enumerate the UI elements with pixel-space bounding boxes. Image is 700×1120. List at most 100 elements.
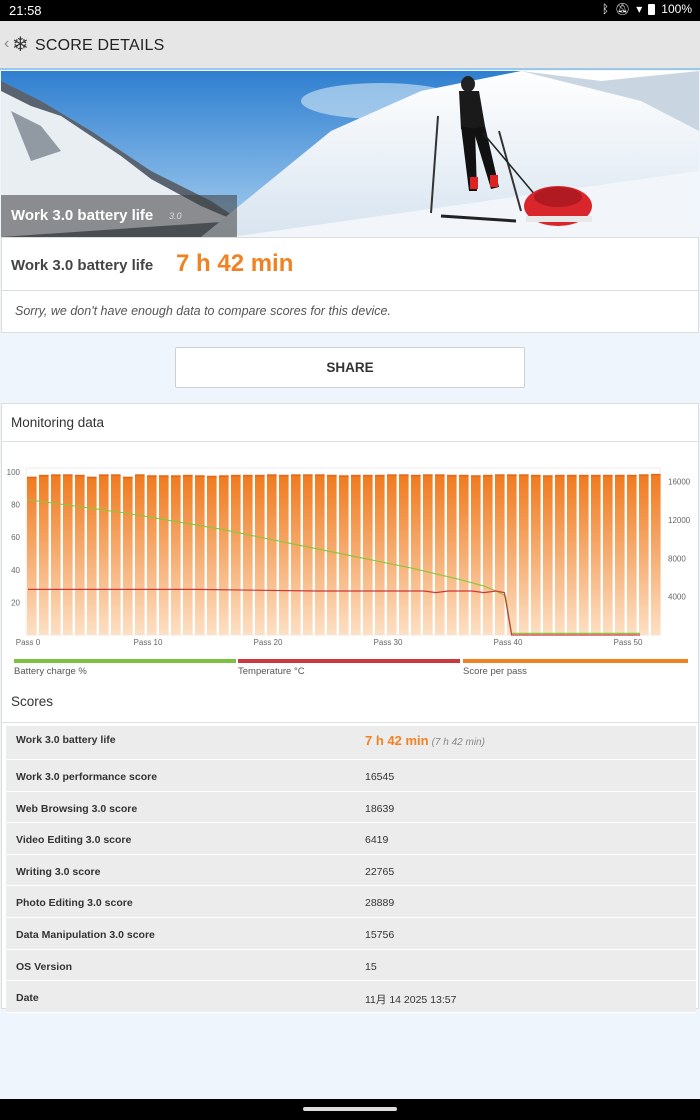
score-bar-cap xyxy=(579,474,589,477)
score-bar xyxy=(243,474,253,635)
score-bar-cap xyxy=(495,474,505,476)
score-bar-cap xyxy=(543,475,553,477)
score-bar xyxy=(315,474,325,635)
score-bar xyxy=(435,474,445,635)
score-bar xyxy=(363,474,373,635)
score-bar xyxy=(591,474,601,635)
hero-caption-version: 3.0 xyxy=(169,211,182,221)
row-label: OS Version xyxy=(16,960,73,973)
score-bar-cap xyxy=(111,474,121,476)
score-bar xyxy=(267,474,277,635)
table-row: Web Browsing 3.0 score 18639 xyxy=(6,791,696,824)
score-bar xyxy=(411,474,421,635)
home-gesture-handle[interactable] xyxy=(303,1107,397,1111)
score-bar-cap xyxy=(603,474,613,477)
score-bar-cap xyxy=(639,474,649,476)
score-bar-cap xyxy=(387,474,397,476)
score-bar-cap xyxy=(291,474,301,476)
hero-banner: Work 3.0 battery life 3.0 xyxy=(1,71,699,237)
row-value: 15756 xyxy=(365,928,395,941)
score-bar xyxy=(567,474,577,635)
score-bar xyxy=(75,474,85,635)
score-bar xyxy=(147,475,157,635)
navigation-bar xyxy=(0,1099,700,1120)
row-label: Date xyxy=(16,992,39,1005)
score-bar-cap xyxy=(303,474,313,476)
score-bar xyxy=(627,474,637,635)
wifi-icon: ▾ xyxy=(636,2,643,16)
battery-icon xyxy=(648,3,656,15)
score-bar-cap xyxy=(447,474,457,477)
scores-title: Scores xyxy=(11,694,54,709)
legend-battery-swatch xyxy=(14,659,236,663)
score-bar-cap xyxy=(483,474,493,477)
score-bar-cap xyxy=(363,474,373,477)
row-value: 16545 xyxy=(365,771,395,783)
legend-temperature-label: Temperature °C xyxy=(238,666,305,677)
compare-notice: Sorry, we don't have enough data to comp… xyxy=(1,290,699,333)
monitoring-title: Monitoring data xyxy=(11,415,105,430)
score-bar-cap xyxy=(123,476,133,479)
score-bar xyxy=(279,474,289,635)
share-button[interactable]: SHARE xyxy=(175,347,525,388)
scores-table: Work 3.0 battery life 7 h 42 min (7 h 42 … xyxy=(6,726,696,1013)
monitoring-card: Monitoring data 100 80 60 40 20 16000 12000 800… xyxy=(1,403,699,1013)
score-bar-cap xyxy=(147,475,157,477)
back-chevron-icon[interactable]: ‹ xyxy=(4,35,9,53)
x-tick-label: Pass 20 xyxy=(254,638,283,647)
row-value: 22765 xyxy=(365,865,395,878)
table-row: OS Version 15 xyxy=(6,949,696,982)
score-bar-cap xyxy=(27,476,37,479)
score-bar-cap xyxy=(195,475,205,477)
score-bar xyxy=(195,475,205,635)
battery-life-sub: (7 h 42 min) xyxy=(431,737,485,748)
mute-icon: 🔕︎ xyxy=(615,2,631,16)
table-row: Data Manipulation 3.0 score 15756 xyxy=(6,917,696,950)
score-bar xyxy=(99,474,109,635)
score-bar xyxy=(603,474,613,635)
score-bar-cap xyxy=(627,474,637,477)
battery-life-summary: Work 3.0 battery life 7 h 42 min xyxy=(1,237,699,291)
table-row: Photo Editing 3.0 score 28889 xyxy=(6,886,696,918)
score-bar xyxy=(39,474,49,635)
score-bar-cap xyxy=(267,474,277,476)
monitoring-header: Monitoring data xyxy=(2,404,698,442)
score-bar xyxy=(615,474,625,635)
monitoring-chart: 100 80 60 40 20 16000 12000 8000 4000 Pass 0 Pass … xyxy=(7,467,691,647)
legend-battery-label: Battery charge % xyxy=(14,666,87,677)
score-bar xyxy=(351,474,361,635)
score-bar-cap xyxy=(207,475,217,478)
snowflake-logo-icon[interactable]: ❄ xyxy=(12,32,29,57)
row-label: Writing 3.0 score xyxy=(16,865,101,878)
y-left-tick-label: 40 xyxy=(11,566,20,575)
score-bar xyxy=(231,474,241,635)
row-value: 11月 14 2025 13:57 xyxy=(365,994,457,1007)
y-right-tick-label: 8000 xyxy=(668,554,686,563)
y-left-tick-label: 20 xyxy=(11,598,20,607)
row-label: Photo Editing 3.0 score xyxy=(16,897,133,910)
legend-battery: Battery charge % xyxy=(14,659,236,679)
score-bar-cap xyxy=(651,473,661,476)
hero-caption: Work 3.0 battery life 3.0 xyxy=(1,195,237,237)
score-bar-cap xyxy=(279,474,289,477)
score-bar xyxy=(471,475,481,635)
score-bar-cap xyxy=(555,474,565,477)
score-bar-cap xyxy=(339,475,349,477)
score-bar-cap xyxy=(315,474,325,476)
score-bar-cap xyxy=(171,475,181,477)
sled-icon xyxy=(524,186,592,226)
row-value: 18639 xyxy=(365,802,395,815)
score-bar-cap xyxy=(351,474,361,477)
table-row: Work 3.0 performance score 16545 xyxy=(6,760,696,792)
battery-life-value: 7 h 42 min xyxy=(365,733,429,748)
score-bar xyxy=(375,474,385,635)
score-bar-cap xyxy=(507,474,517,476)
score-bar xyxy=(543,475,553,635)
score-bar xyxy=(183,474,193,635)
score-bar xyxy=(639,474,649,635)
score-bar xyxy=(291,474,301,635)
score-bar xyxy=(651,473,661,635)
score-bar-cap xyxy=(471,475,481,477)
x-tick-label: Pass 10 xyxy=(134,638,163,647)
legend-temperature: Temperature °C xyxy=(238,659,460,679)
